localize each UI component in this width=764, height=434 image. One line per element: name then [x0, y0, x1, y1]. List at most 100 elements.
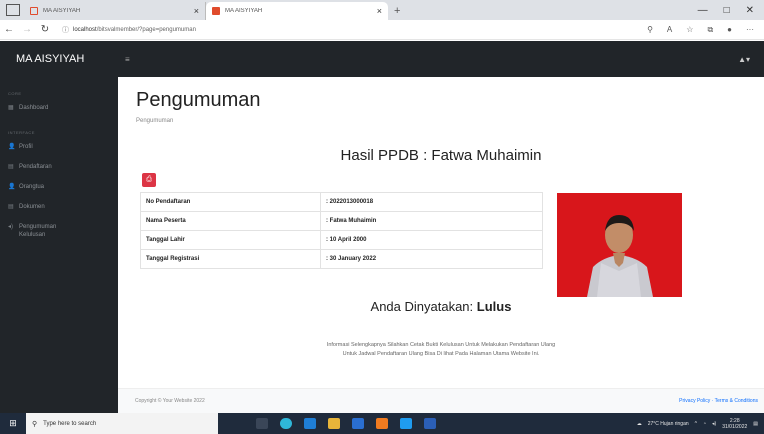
- clock[interactable]: 2:28 31/01/2022: [722, 418, 747, 430]
- zoom-icon[interactable]: ⚲: [647, 25, 653, 35]
- maximize-icon[interactable]: □: [724, 5, 730, 16]
- forward-icon[interactable]: →: [18, 24, 36, 35]
- search-placeholder: Type here to search: [43, 420, 97, 427]
- tab-title: MA AISYIYAH: [225, 8, 263, 14]
- sidebar-item-pengumuman[interactable]: ◂) Pengumuman Kelulusan: [0, 211, 118, 239]
- volume-icon[interactable]: ◂): [712, 421, 716, 427]
- address-bar[interactable]: ⓘ localhost /bitsvalmember/?page=pengumu…: [54, 25, 647, 35]
- result-prefix: Anda Dinyatakan:: [370, 299, 474, 314]
- print-button[interactable]: ⎙: [142, 173, 156, 187]
- sidebar-item-label: Orangtua: [19, 184, 45, 190]
- row-value: : 10 April 2000: [320, 230, 543, 250]
- close-tab-icon[interactable]: ×: [377, 6, 382, 16]
- minimize-icon[interactable]: —: [698, 5, 708, 16]
- row-label: Tanggal Lahir: [140, 230, 321, 250]
- sidebar: CORE ▦ Dashboard INTERFACE 👤 Profil ▤ Pe…: [0, 77, 118, 413]
- tray-chevron-icon[interactable]: ^: [695, 421, 697, 427]
- window-controls: — □ ✕: [698, 5, 764, 20]
- sidebar-item-label: Dokumen: [19, 204, 45, 210]
- sidebar-item-label: Pendaftaran: [19, 164, 52, 170]
- favicon-icon: [212, 7, 220, 15]
- explorer-icon[interactable]: [328, 418, 340, 429]
- back-icon[interactable]: ←: [0, 24, 18, 35]
- table-row: Tanggal Registrasi : 30 January 2022: [140, 249, 543, 269]
- result-headline: Hasil PPDB : Fatwa Muhaimin: [340, 147, 542, 164]
- row-value: : Fatwa Muhaimin: [320, 211, 543, 231]
- web-app: MA AISYIYAH ≡ ▲▾ CORE ▦ Dashboard INTERF…: [0, 41, 764, 413]
- row-label: Nama Peserta: [140, 211, 321, 231]
- url-path: /bitsvalmember/?page=pengumuman: [96, 26, 196, 33]
- windows-taskbar: ⊞ ⚲ Type here to search ☁ 27°C Hujan rin…: [0, 413, 764, 434]
- sidebar-item-dokumen[interactable]: ▤ Dokumen: [0, 191, 118, 211]
- search-icon: ⚲: [32, 420, 38, 428]
- brand-logo[interactable]: MA AISYIYAH: [0, 53, 125, 65]
- weather-icon[interactable]: ☁: [637, 421, 642, 427]
- megaphone-icon: ◂): [8, 224, 14, 230]
- note-line: Untuk Jadwal Pendaftaran Ulang Bisa Di l…: [342, 351, 540, 357]
- note-line: Informasi Selengkapnya Silahkan Cetak Bu…: [326, 342, 556, 348]
- clock-date: 31/01/2022: [722, 423, 748, 430]
- row-value: : 2022013000018: [320, 192, 543, 212]
- more-menu-icon[interactable]: ···: [746, 25, 754, 35]
- favicon-icon: [30, 7, 38, 15]
- print-icon: ⎙: [146, 176, 152, 183]
- table-row: Tanggal Lahir : 10 April 2000: [140, 230, 543, 250]
- info-note: Informasi Selengkapnya Silahkan Cetak Bu…: [118, 341, 764, 359]
- result-status: Anda Dinyatakan: Lulus: [118, 299, 764, 314]
- word-icon[interactable]: [424, 418, 436, 429]
- sidebar-item-profil[interactable]: 👤 Profil: [0, 135, 118, 151]
- page-footer: Copyright © Your Website 2022 Privacy Po…: [118, 388, 764, 413]
- sidebar-item-label: Pengumuman Kelulusan: [19, 224, 57, 238]
- taskbar-search[interactable]: ⚲ Type here to search: [26, 413, 218, 434]
- vscode-icon[interactable]: [400, 418, 412, 429]
- app-icon[interactable]: [304, 418, 316, 429]
- close-tab-icon[interactable]: ×: [194, 6, 199, 16]
- browser-tab-1[interactable]: MA AISYIYAH ×: [24, 2, 206, 20]
- browser-toolbar: ← → ↻ ⓘ localhost /bitsvalmember/?page=p…: [0, 20, 764, 40]
- close-window-icon[interactable]: ✕: [746, 5, 754, 16]
- site-info-icon[interactable]: ⓘ: [62, 25, 69, 35]
- favorite-star-icon[interactable]: ☆: [686, 25, 693, 35]
- document-icon: ▤: [8, 204, 14, 210]
- table-row: Nama Peserta : Fatwa Muhaimin: [140, 211, 543, 231]
- notifications-icon[interactable]: ▤: [753, 421, 758, 427]
- applicant-photo: [557, 193, 682, 297]
- browser-tabbar: MA AISYIYAH × MA AISYIYAH × + — □ ✕: [0, 0, 764, 20]
- edge-icon[interactable]: [280, 418, 292, 429]
- sidebar-item-pendaftaran[interactable]: ▤ Pendaftaran: [0, 151, 118, 171]
- user-menu-icon[interactable]: ▲▾: [738, 55, 764, 64]
- users-icon: 👤: [8, 184, 16, 190]
- result-status-value: Lulus: [476, 299, 512, 314]
- sidebar-item-label: Profil: [19, 144, 33, 150]
- start-icon[interactable]: ⊞: [0, 418, 26, 429]
- xampp-icon[interactable]: [376, 418, 388, 429]
- url-host: localhost: [73, 26, 97, 33]
- dashboard-icon: ▦: [8, 105, 14, 111]
- user-icon: 👤: [8, 144, 16, 150]
- system-tray: ☁ 27°C Hujan ringan ^ ◔ ◂) 2:28 31/01/20…: [637, 418, 764, 430]
- collections-icon[interactable]: ⧉: [707, 25, 713, 35]
- sidebar-toggle-icon[interactable]: ≡: [125, 55, 130, 64]
- browser-tab-2[interactable]: MA AISYIYAH ×: [206, 2, 388, 20]
- footer-links[interactable]: Privacy Policy · Terms & Conditions: [679, 398, 758, 404]
- sidebar-item-label: Dashboard: [19, 105, 49, 111]
- tab-title: MA AISYIYAH: [43, 8, 81, 14]
- sidebar-item-orangtua[interactable]: 👤 Orangtua: [0, 171, 118, 191]
- network-icon[interactable]: ◔: [703, 421, 706, 427]
- row-label: No Pendaftaran: [140, 192, 321, 212]
- weather-text[interactable]: 27°C Hujan ringan: [648, 421, 689, 427]
- applicant-info-table: No Pendaftaran : 2022013000018 Nama Pese…: [140, 192, 543, 269]
- sidebar-item-dashboard[interactable]: ▦ Dashboard: [0, 96, 118, 112]
- page-title: Pengumuman: [136, 89, 261, 111]
- row-value: : 30 January 2022: [320, 249, 543, 269]
- browser-tools: ⚲ A ☆ ⧉ ● ···: [647, 25, 764, 35]
- new-tab-button[interactable]: +: [388, 5, 406, 20]
- tab-actions-icon[interactable]: [6, 4, 20, 16]
- profile-icon[interactable]: ●: [727, 25, 732, 35]
- read-aloud-icon[interactable]: A: [667, 25, 672, 35]
- store-icon[interactable]: [352, 418, 364, 429]
- task-view-icon[interactable]: [256, 418, 268, 429]
- reload-icon[interactable]: ↻: [36, 24, 54, 35]
- sidebar-heading-core: CORE: [8, 91, 22, 96]
- copyright-text: Copyright © Your Website 2022: [135, 398, 205, 404]
